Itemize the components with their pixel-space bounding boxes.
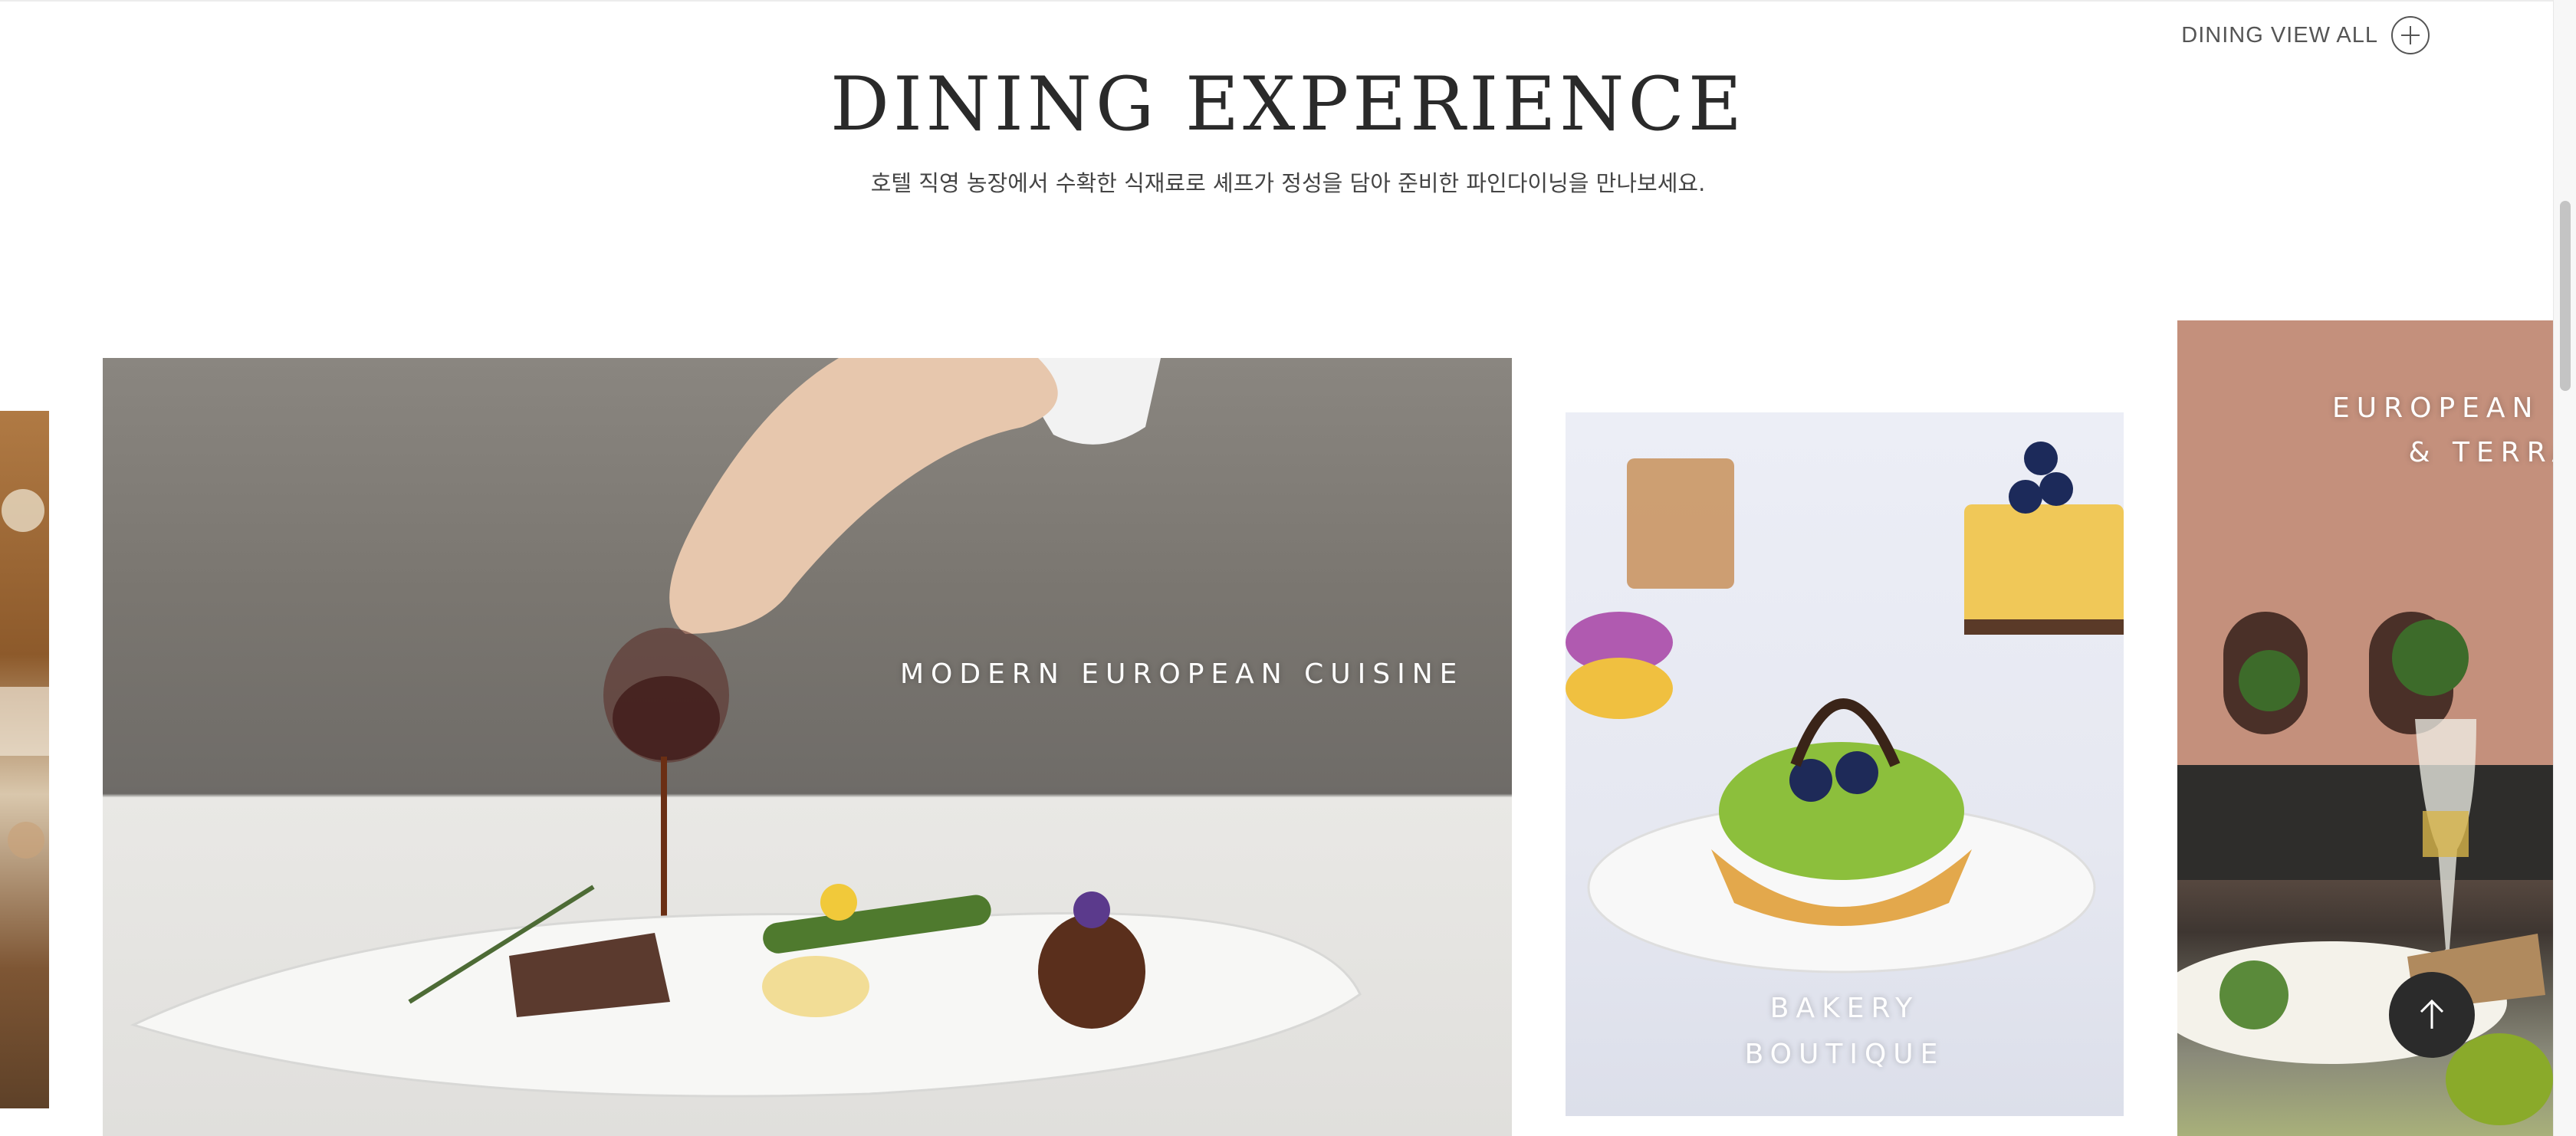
dining-page: DINING VIEW ALL DINING EXPERIENCE 호텔 직영 … [0,0,2576,1136]
card-label-line-1: BAKERY [1769,993,1920,1024]
scrollbar-thumb[interactable] [2560,201,2571,391]
vertical-scrollbar[interactable] [2553,0,2576,1136]
card-label-european-lounge: EUROPEAN L & TERRA [2332,386,2553,475]
view-all-label: DINING VIEW ALL [2181,22,2378,48]
card-label-bakery-boutique: BAKERY BOUTIQUE [1566,986,2124,1078]
section-subtitle: 호텔 직영 농장에서 수확한 식재료로 셰프가 정성을 담아 준비한 파인다이닝… [870,170,1706,196]
card-label-modern-european: MODERN EUROPEAN CUISINE [900,658,1464,690]
card-label-line-2: & TERRA [2408,437,2553,468]
arrow-up-icon [2420,999,2444,1029]
top-divider [0,0,2576,2]
back-to-top-button[interactable] [2389,972,2475,1058]
card-label-line-2: BOUTIQUE [1744,1039,1945,1070]
card-label-line-1: EUROPEAN L [2332,392,2553,424]
dining-view-all-link[interactable]: DINING VIEW ALL [2181,15,2430,55]
dining-card-european-lounge[interactable]: EUROPEAN L & TERRA [2177,320,2553,1136]
plus-circle-icon [2391,16,2430,54]
section-title: DINING EXPERIENCE [830,61,1746,147]
dining-card-bakery-boutique[interactable]: BAKERY BOUTIQUE [1566,412,2124,1116]
dining-card-modern-european[interactable]: MODERN EUROPEAN CUISINE [103,358,1512,1136]
dining-card-previous[interactable] [0,411,49,1108]
sauce-pouring-steak-plate-photo [130,358,1362,1098]
dining-dish-photo [0,489,49,859]
